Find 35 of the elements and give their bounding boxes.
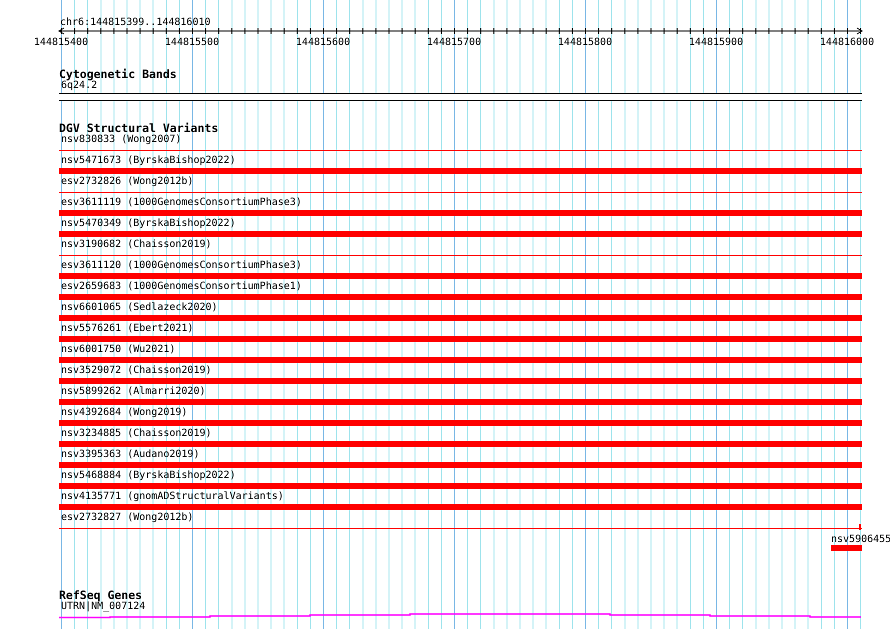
feature-label: nsv5468884 (ByrskaBishop2022) [60, 470, 236, 481]
feature-label: nsv4392684 (Wong2019) [60, 407, 188, 418]
track-title: RefSeq Genes [59, 589, 142, 601]
tick-label: 144816000 [820, 37, 874, 48]
feature-label: nsv5576261 (Ebert2021) [60, 323, 194, 334]
feature-label: nsv5471673 (ByrskaBishop2022) [60, 155, 236, 166]
track-title: DGV Structural Variants [59, 122, 218, 134]
feature-label: esv2659683 (1000GenomesConsortiumPhase1) [60, 281, 302, 292]
feature-label: esv3611119 (1000GenomesConsortiumPhase3) [60, 197, 302, 208]
feature-label: nsv5899262 (Almarri2020) [60, 386, 206, 397]
feature-label: nsv3529072 (Chaisson2019) [60, 365, 212, 376]
tick-label: 144815400 [34, 37, 88, 48]
tick-label: 144815500 [164, 37, 220, 48]
tick-label: 144815800 [558, 37, 612, 48]
feature-label: nsv3395363 (Audano2019) [60, 449, 200, 460]
feature-label: esv3611120 (1000GenomesConsortiumPhase3) [60, 260, 302, 271]
tick-label: 144815700 [426, 37, 482, 48]
feature-label: nsv830833 (Wong2007) [60, 134, 182, 145]
feature-label: esv2732826 (Wong2012b) [60, 176, 194, 187]
band-label: 6q24.2 [61, 80, 98, 91]
feature-label: nsv3234885 (Chaisson2019) [60, 428, 212, 439]
tick-label: 144815600 [296, 37, 350, 48]
feature-tick [859, 524, 861, 530]
tick-label: 144815900 [688, 37, 744, 48]
feature-label: nsv5906455 [831, 534, 890, 545]
feature-label: esv2732827 (Wong2012b) [60, 512, 194, 523]
feature-label: nsv3190682 (Chaisson2019) [60, 239, 212, 250]
track-title: Cytogenetic Bands [59, 68, 177, 80]
variant-bar [831, 545, 862, 551]
feature-label: nsv6601065 (Sedlazeck2020) [60, 302, 218, 313]
region-label: chr6:144815399..144816010 [60, 17, 211, 28]
gene-label: UTRN|NM_007124 [61, 601, 146, 612]
feature-label: nsv6001750 (Wu2021) [60, 344, 176, 355]
feature-label: nsv4135771 (gnomADStructuralVariants) [60, 491, 284, 502]
feature-label: nsv5470349 (ByrskaBishop2022) [60, 218, 236, 229]
